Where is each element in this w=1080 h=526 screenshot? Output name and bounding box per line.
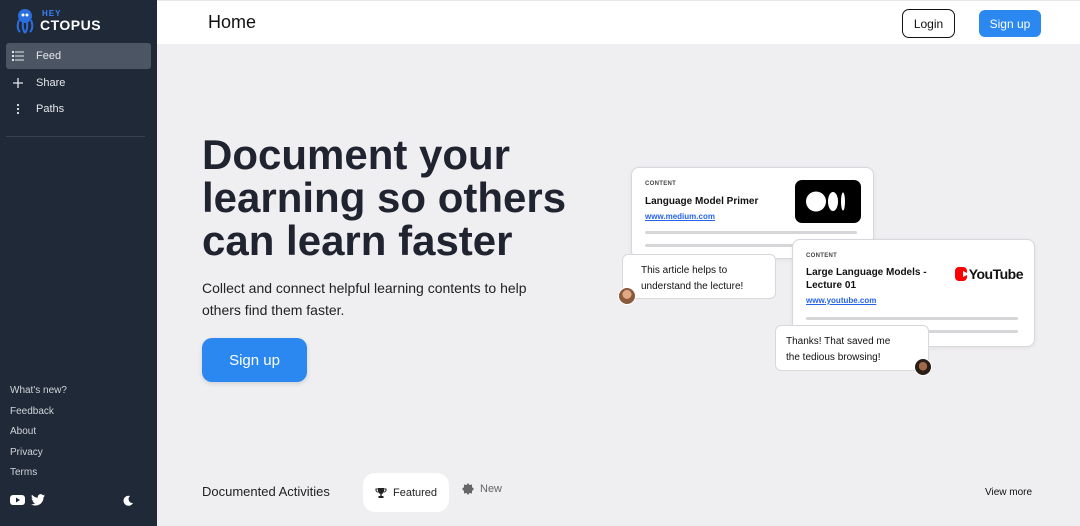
- avatar: [618, 287, 636, 305]
- card-link: www.youtube.com: [806, 296, 877, 305]
- tab-featured[interactable]: Featured: [363, 473, 449, 512]
- logo-word: CTOPUS: [40, 17, 102, 33]
- link-about[interactable]: About: [10, 424, 67, 445]
- link-privacy[interactable]: Privacy: [10, 445, 67, 466]
- link-whats-new[interactable]: What's new?: [10, 383, 67, 404]
- card-link: www.medium.com: [645, 212, 715, 221]
- sidebar: HEY CTOPUS Feed Share Paths What's new? …: [0, 0, 157, 526]
- sidebar-item-share[interactable]: Share: [6, 70, 151, 96]
- tab-label: Featured: [392, 486, 438, 499]
- login-button[interactable]: Login: [902, 9, 955, 38]
- hero-title-line: learning so others: [202, 174, 567, 221]
- sidebar-nav: Feed Share Paths: [6, 43, 151, 123]
- card-title: Large Language Models - Lecture 01: [806, 266, 927, 292]
- twitter-icon[interactable]: [31, 494, 45, 506]
- sidebar-item-label: Paths: [36, 103, 65, 115]
- hero-title-line: Document your: [202, 131, 511, 178]
- avatar: [914, 358, 932, 376]
- tab-label: New: [480, 483, 503, 495]
- tab-new[interactable]: New: [462, 483, 502, 495]
- badge-icon: [462, 483, 474, 495]
- placeholder-bar: [645, 244, 795, 247]
- activities-title: Documented Activities: [202, 484, 330, 499]
- hero-subtitle: Collect and connect helpful learning con…: [202, 277, 562, 321]
- social-links: [10, 494, 45, 506]
- comment-bubble: Thanks! That saved me the tedious browsi…: [775, 325, 929, 371]
- card-title: Language Model Primer: [645, 196, 759, 207]
- comment-line: This article helps to: [641, 265, 728, 276]
- placeholder-bar: [806, 317, 1018, 320]
- plus-icon: [12, 77, 24, 89]
- placeholder-bar: [645, 231, 857, 234]
- sidebar-item-label: Share: [36, 76, 66, 89]
- card-tag: CONTENT: [806, 253, 838, 259]
- top-header: Home Login Sign up: [157, 0, 1080, 44]
- hero-title: Document your learning so others can lea…: [202, 133, 602, 262]
- hero-subtitle-line: others find them faster.: [202, 302, 345, 318]
- hero-signup-button[interactable]: Sign up: [202, 338, 307, 382]
- comment-line: understand the lecture!: [641, 281, 744, 292]
- card-title-line: Lecture 01: [806, 280, 857, 291]
- view-more-link[interactable]: View more: [985, 487, 1032, 498]
- sidebar-divider: [6, 136, 145, 137]
- page-title: Home: [208, 12, 257, 32]
- hero-subtitle-line: Collect and connect helpful learning con…: [202, 280, 527, 296]
- medium-logo: [795, 180, 861, 223]
- card-title-line: Large Language Models -: [806, 267, 927, 278]
- link-terms[interactable]: Terms: [10, 465, 67, 486]
- header-signup-button[interactable]: Sign up: [979, 10, 1041, 37]
- dots-vertical-icon: [12, 103, 24, 115]
- moon-icon[interactable]: [122, 495, 134, 507]
- youtube-icon[interactable]: [10, 494, 25, 506]
- comment-line: Thanks! That saved me: [786, 336, 891, 347]
- comment-line: the tedious browsing!: [786, 352, 881, 363]
- sidebar-item-label: Feed: [36, 50, 62, 62]
- octopus-logo-icon: [16, 9, 34, 34]
- list-icon: [12, 50, 24, 62]
- comment-bubble: This article helps to understand the lec…: [622, 254, 776, 299]
- logo[interactable]: HEY CTOPUS: [14, 6, 134, 36]
- hero-title-line: can learn faster: [202, 217, 513, 264]
- sidebar-item-feed[interactable]: Feed: [6, 43, 151, 69]
- trophy-icon: [375, 487, 387, 499]
- sidebar-footer-links: What's new? Feedback About Privacy Terms: [10, 383, 67, 486]
- card-tag: CONTENT: [645, 181, 677, 187]
- youtube-wordmark: YouTube: [968, 266, 1024, 282]
- youtube-play-icon: [955, 267, 969, 281]
- sidebar-item-paths[interactable]: Paths: [6, 96, 151, 122]
- link-feedback[interactable]: Feedback: [10, 404, 67, 425]
- youtube-logo: YouTube: [955, 265, 1024, 283]
